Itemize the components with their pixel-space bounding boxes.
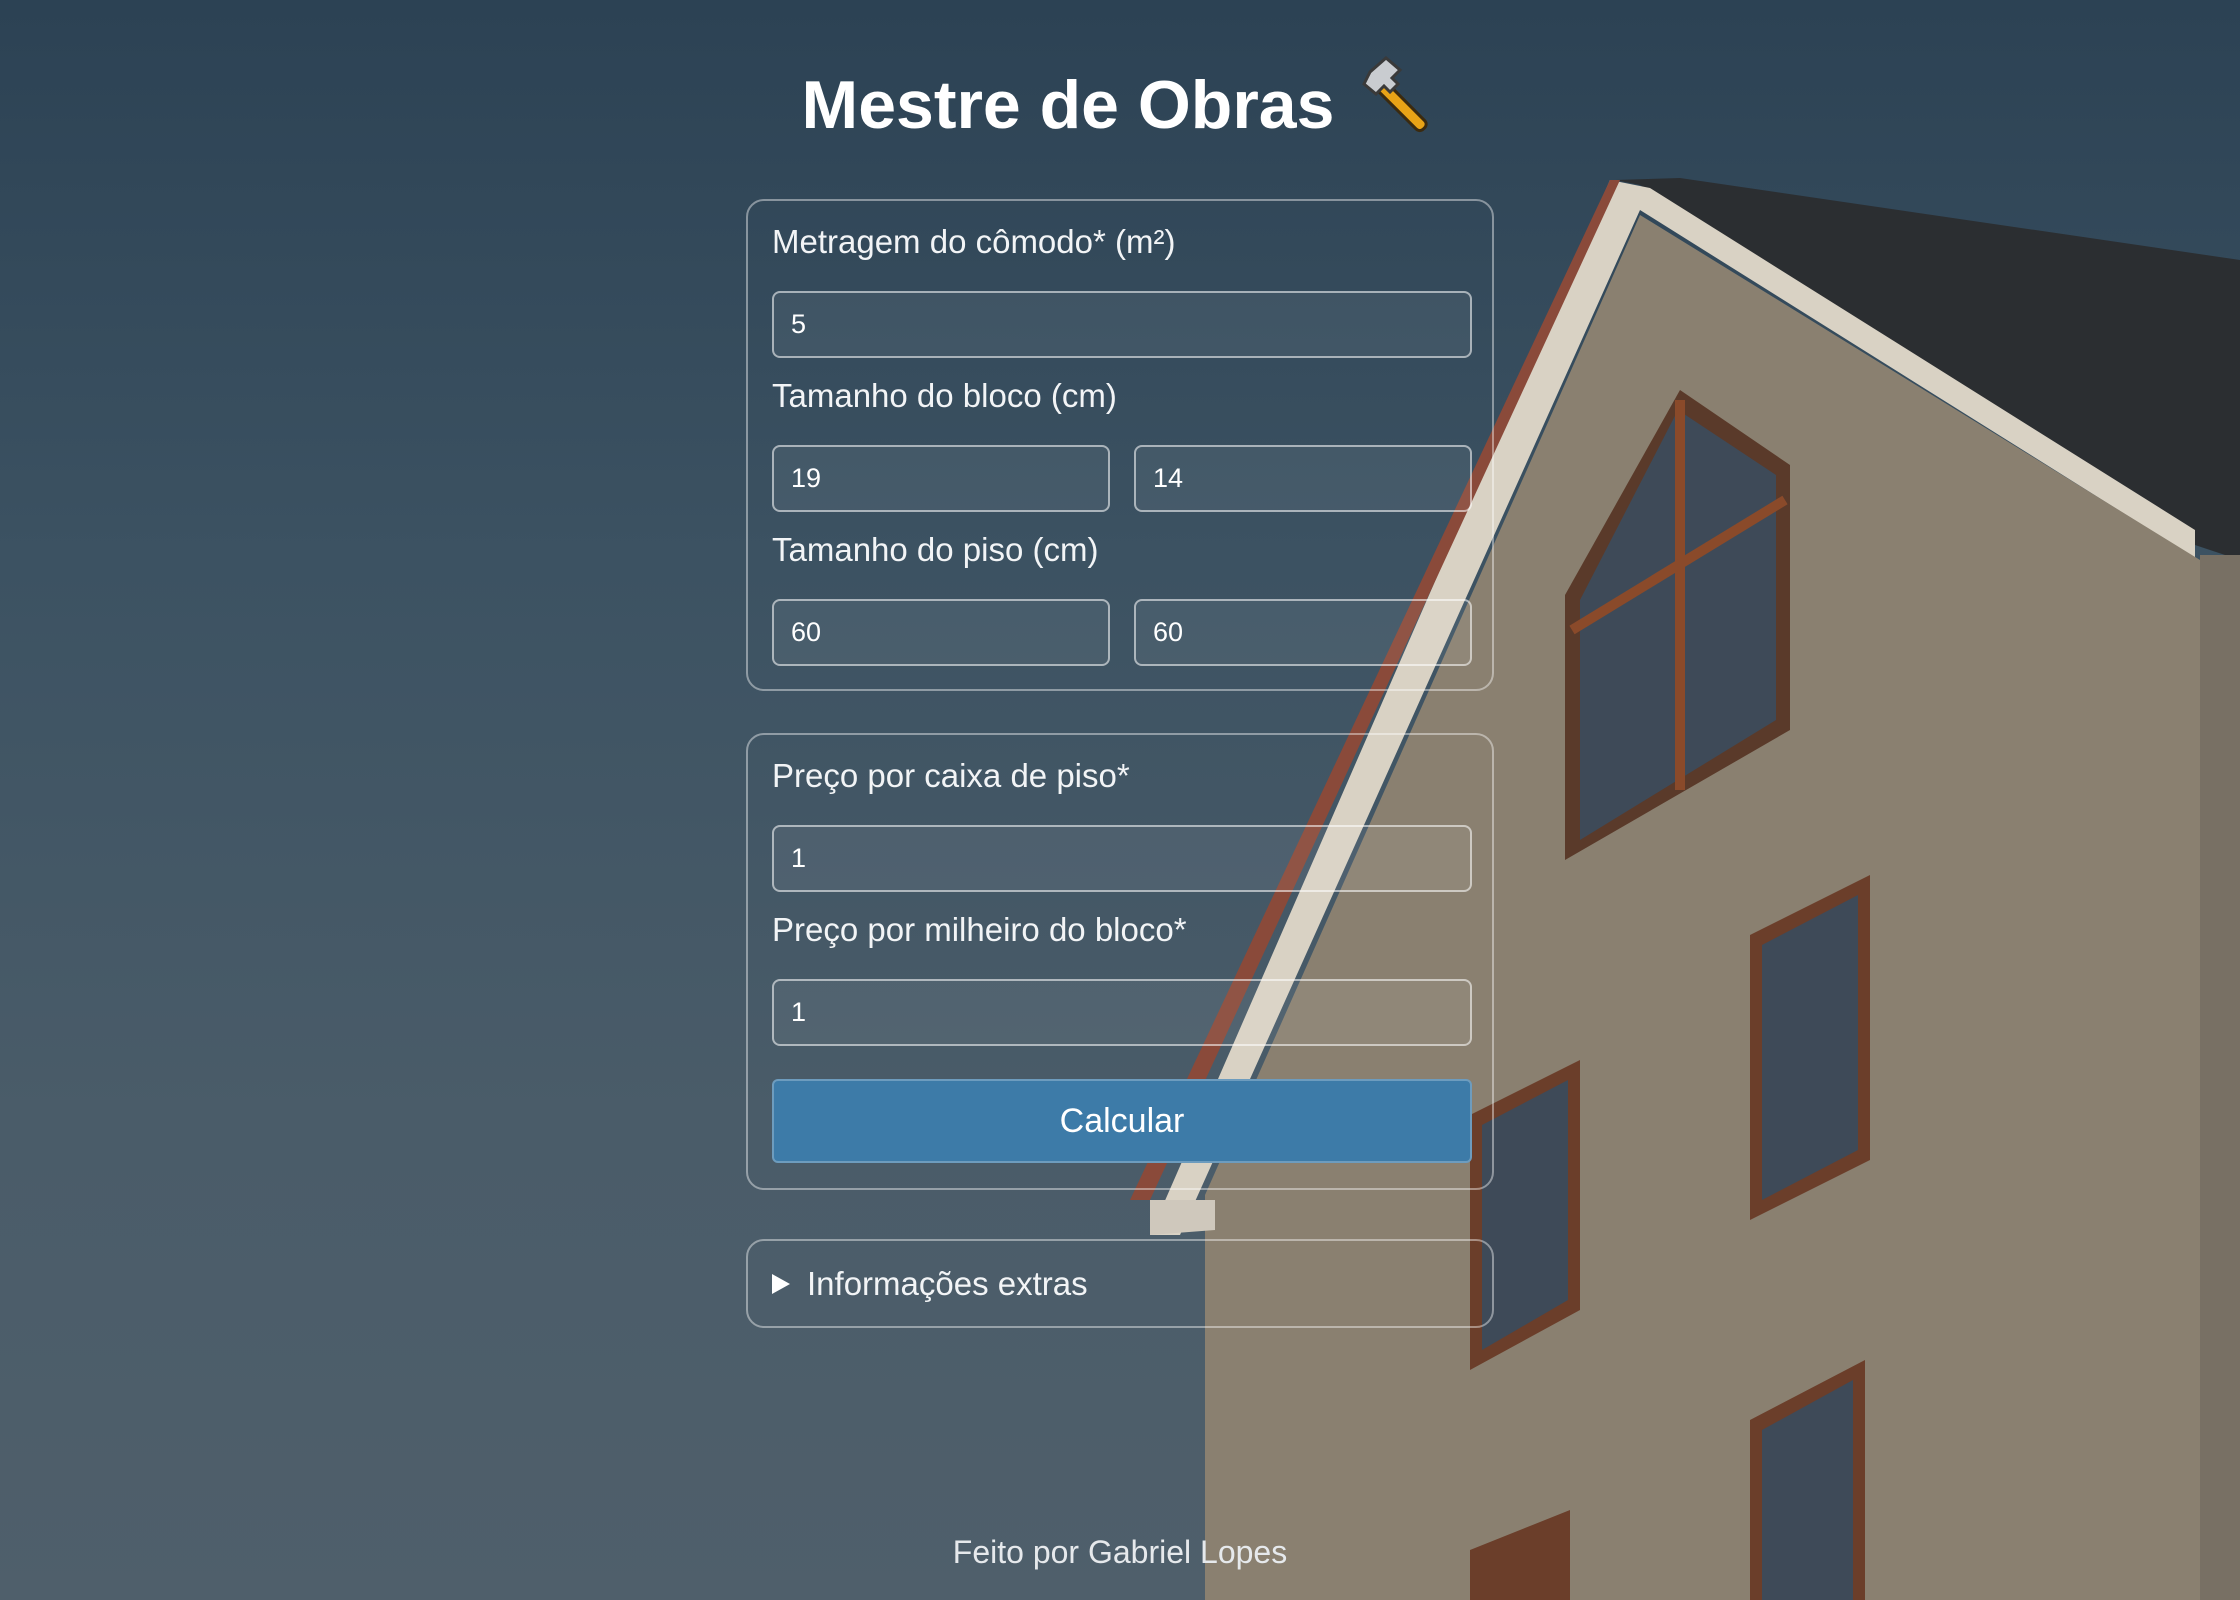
extras-summary[interactable]: Informações extras: [772, 1241, 1088, 1326]
hammer-icon: [1352, 48, 1438, 134]
triangle-right-icon: [772, 1273, 790, 1294]
area-label: Metragem do cômodo* (m²): [772, 223, 1176, 260]
block-width-input[interactable]: [772, 445, 1110, 512]
block-thousand-price-input[interactable]: [772, 979, 1472, 1046]
block-height-input[interactable]: [1134, 445, 1472, 512]
floor-width-input[interactable]: [772, 599, 1110, 666]
block-thousand-price-label: Preço por milheiro do bloco*: [772, 911, 1187, 948]
footer-credit: Feito por Gabriel Lopes: [952, 1534, 1288, 1570]
floor-box-price-input[interactable]: [772, 825, 1472, 892]
page-title: Mestre de Obras: [0, 48, 2240, 144]
prices-card: Preço por caixa de piso* Preço por milhe…: [746, 733, 1494, 1190]
extras-summary-label: Informações extras: [807, 1264, 1088, 1302]
floor-height-input[interactable]: [1134, 599, 1472, 666]
extras-details[interactable]: Informações extras: [746, 1239, 1494, 1328]
area-input[interactable]: [772, 291, 1472, 358]
block-size-label: Tamanho do bloco (cm): [772, 377, 1117, 414]
calculate-button[interactable]: Calcular: [772, 1079, 1472, 1163]
floor-size-label: Tamanho do piso (cm): [772, 531, 1099, 568]
page-title-text: Mestre de Obras: [801, 67, 1335, 143]
floor-box-price-label: Preço por caixa de piso*: [772, 757, 1130, 794]
dimensions-card: Metragem do cômodo* (m²) Tamanho do bloc…: [746, 199, 1494, 691]
